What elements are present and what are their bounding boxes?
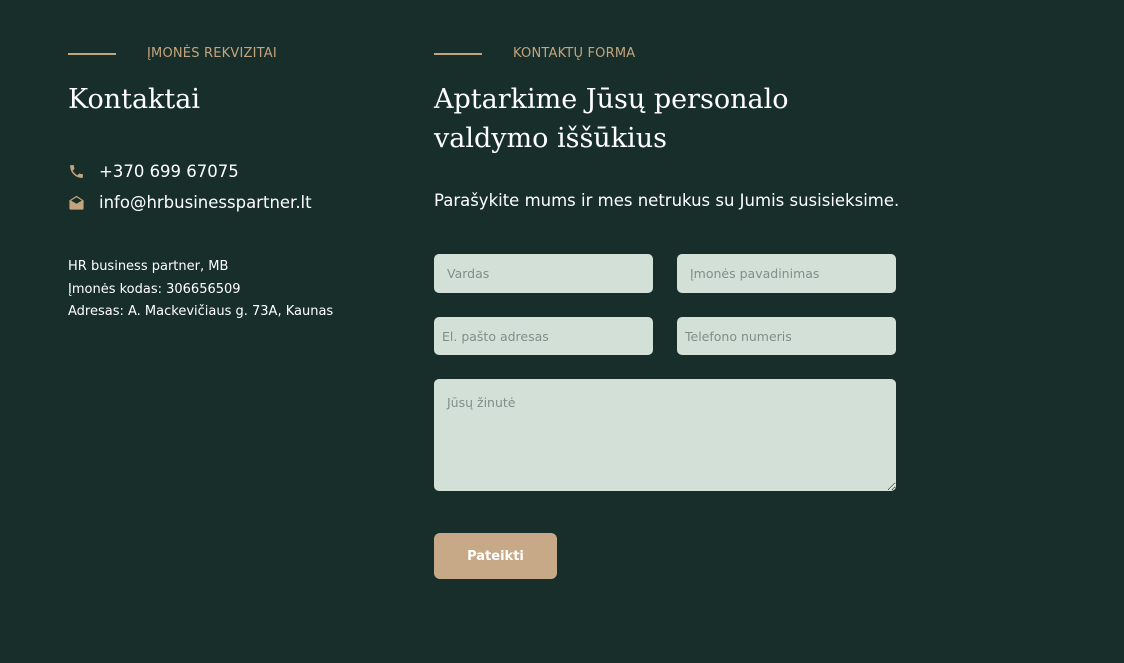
phone-icon bbox=[68, 163, 85, 180]
envelope-open-icon bbox=[68, 194, 85, 211]
form-heading: Aptarkime Jūsų personalo valdymo iššūkiu… bbox=[434, 80, 874, 158]
company-details: HR business partner, MB Įmonės kodas: 30… bbox=[68, 256, 333, 324]
form-eyebrow-label: Kontaktų forma bbox=[513, 46, 636, 61]
phone-row[interactable]: +370 699 67075 bbox=[68, 162, 239, 181]
phone-field[interactable] bbox=[677, 317, 896, 355]
form-lead-text: Parašykite mums ir mes netrukus su Jumis… bbox=[434, 191, 900, 210]
eyebrow-divider bbox=[434, 52, 482, 55]
phone-number-link[interactable]: +370 699 67075 bbox=[99, 162, 239, 181]
company-address: Adresas: A. Mackevičiaus g. 73A, Kaunas bbox=[68, 304, 334, 319]
email-link[interactable]: info@hrbusinesspartner.lt bbox=[99, 193, 312, 212]
email-field[interactable] bbox=[434, 317, 653, 355]
name-field[interactable] bbox=[434, 254, 653, 293]
company-eyebrow: Įmonės rekvizitai bbox=[68, 46, 277, 61]
company-name-field[interactable] bbox=[677, 254, 896, 293]
eyebrow-divider bbox=[68, 52, 116, 55]
company-code: Įmonės kodas: 306656509 bbox=[68, 281, 241, 297]
submit-button[interactable]: Pateikti bbox=[434, 533, 557, 579]
email-row[interactable]: info@hrbusinesspartner.lt bbox=[68, 193, 312, 212]
message-textarea[interactable] bbox=[434, 379, 896, 491]
company-name: HR business partner, MB bbox=[68, 259, 229, 274]
company-eyebrow-label: Įmonės rekvizitai bbox=[147, 46, 277, 61]
form-heading-line-1: Aptarkime Jūsų personalo bbox=[434, 84, 789, 115]
contacts-heading: Kontaktai bbox=[68, 84, 200, 115]
form-heading-line-2: valdymo iššūkius bbox=[434, 123, 667, 154]
form-eyebrow: Kontaktų forma bbox=[434, 46, 635, 61]
